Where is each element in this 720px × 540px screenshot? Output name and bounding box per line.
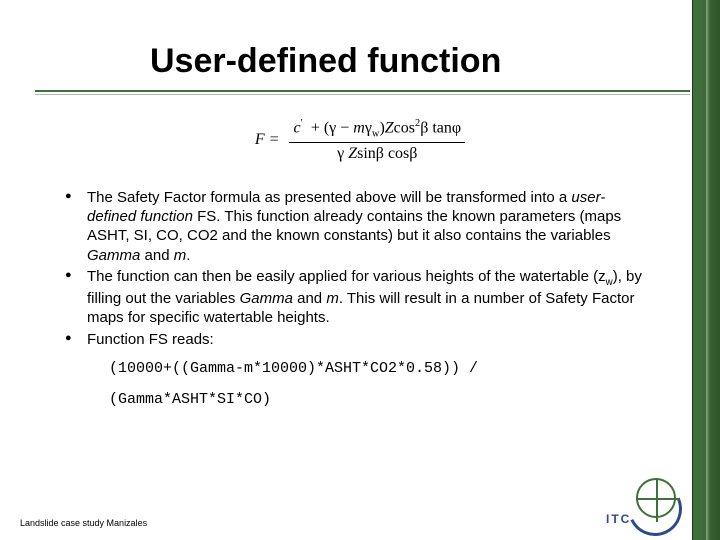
title-rule — [35, 90, 690, 92]
logo-text: ITC — [606, 512, 631, 526]
formula-numerator: c′ + (γ − mγw)Zcos2β tanφ — [289, 118, 465, 143]
formula-fraction: c′ + (γ − mγw)Zcos2β tanφ γ Zsinβ cosβ — [289, 118, 465, 163]
formula-denominator: γ Zsinβ cosβ — [289, 143, 465, 163]
text-italic: Gamma — [240, 290, 293, 307]
text-span: The function can then be easily applied … — [87, 268, 606, 285]
itc-logo: ITC — [606, 478, 676, 526]
formula: F = c′ + (γ − mγw)Zcos2β tanφ γ Zsinβ co… — [0, 118, 720, 163]
bullet-item: Function FS reads: (10000+((Gamma-m*1000… — [65, 330, 645, 410]
slide: User-defined function F = c′ + (γ − mγw)… — [0, 0, 720, 540]
bullet-item: The Safety Factor formula as presented a… — [65, 188, 645, 265]
text-italic: m — [174, 247, 187, 264]
code-line-2: (Gamma*ASHT*SI*CO) — [109, 390, 645, 409]
bullet-list: The Safety Factor formula as presented a… — [65, 188, 645, 411]
text-span: The Safety Factor formula as presented a… — [87, 189, 571, 206]
text-subscript: w — [606, 277, 613, 288]
title-rule-shadow — [35, 94, 690, 95]
side-stripe-gloss — [706, 0, 710, 540]
text-italic: m — [326, 290, 339, 307]
formula-lhs: F = — [255, 131, 280, 149]
footer-text: Landslide case study Manizales — [20, 518, 147, 528]
logo-globe-icon — [636, 478, 676, 518]
text-italic: Gamma — [87, 247, 140, 264]
text-span: and — [140, 247, 173, 264]
text-span: and — [293, 290, 326, 307]
code-line-1: (10000+((Gamma-m*10000)*ASHT*CO2*0.58)) … — [109, 359, 645, 378]
slide-title: User-defined function — [150, 42, 501, 81]
text-span: . — [186, 247, 190, 264]
text-span: Function FS reads: — [87, 331, 214, 348]
bullet-item: The function can then be easily applied … — [65, 267, 645, 328]
